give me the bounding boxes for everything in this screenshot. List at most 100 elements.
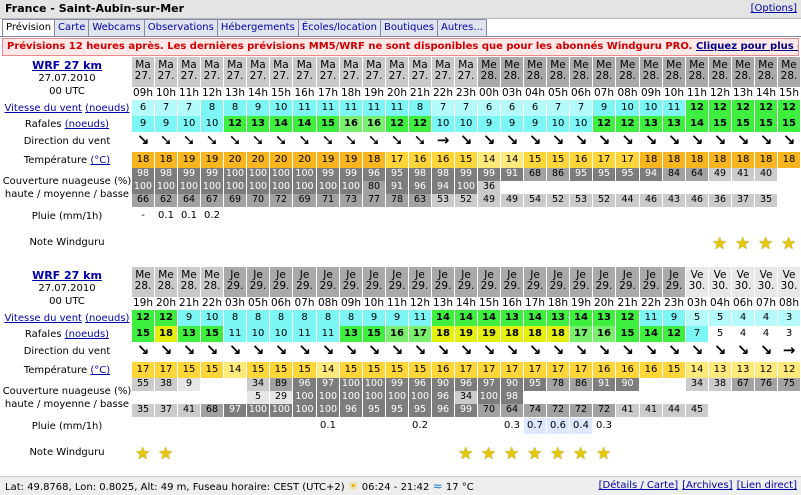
wind-direction-arrow-icon: ↘ bbox=[455, 342, 478, 361]
wind-value: 8 bbox=[224, 100, 247, 116]
wind-value: 12 bbox=[155, 310, 178, 326]
rating-star-icon: ★ bbox=[135, 444, 151, 464]
tab-7[interactable]: Autres... bbox=[438, 19, 487, 37]
cloud-mid bbox=[709, 391, 732, 404]
cloud-mid: 80 bbox=[363, 181, 386, 194]
temp-unit-link[interactable]: (°C) bbox=[90, 155, 110, 166]
wind-value: 7 bbox=[432, 100, 455, 116]
cloud-mid bbox=[593, 391, 616, 404]
day-date: 29. bbox=[342, 280, 360, 292]
wind-direction-arrow-icon: ➘ bbox=[155, 132, 178, 151]
temperature-value: 15 bbox=[524, 152, 547, 168]
cloud-low bbox=[709, 404, 732, 417]
wind-direction-arrow-icon: ↘ bbox=[593, 132, 616, 151]
cloud-mid: 94 bbox=[432, 181, 455, 194]
tab-1[interactable]: Carte bbox=[55, 19, 90, 37]
footer-link-0[interactable]: [Détails / Carte] bbox=[599, 480, 679, 491]
wind-value: 12 bbox=[709, 100, 732, 116]
rain-value bbox=[224, 418, 247, 434]
gusts-label: Rafales (noeuds) bbox=[2, 328, 132, 341]
sun-icon: ☀ bbox=[347, 479, 359, 493]
gust-value: 13 bbox=[340, 326, 363, 342]
tab-0[interactable]: Prévision bbox=[2, 19, 56, 37]
rating-star-icon: ★ bbox=[573, 444, 589, 464]
gusts-unit-link[interactable]: (noeuds) bbox=[65, 329, 109, 340]
tab-2[interactable]: Webcams bbox=[89, 19, 145, 37]
model-link[interactable]: WRF 27 km bbox=[2, 269, 132, 282]
gust-value: 12 bbox=[409, 116, 432, 132]
tab-5[interactable]: Écoles/location bbox=[298, 19, 381, 37]
cloud-mid bbox=[155, 391, 178, 404]
temp-unit-link[interactable]: (°C) bbox=[90, 365, 110, 376]
cloud-low: 72 bbox=[570, 404, 593, 417]
rain-value bbox=[386, 418, 409, 434]
hour: 08h bbox=[778, 297, 800, 310]
day-date: 27. bbox=[457, 70, 475, 82]
temperature-value: 14 bbox=[478, 152, 501, 168]
rain-value bbox=[593, 208, 616, 224]
wind-speed-link[interactable]: Vitesse du vent bbox=[5, 103, 82, 114]
model-link[interactable]: WRF 27 km bbox=[2, 59, 132, 72]
cloud-mid bbox=[178, 391, 201, 404]
cloud-high: 98 bbox=[409, 168, 432, 181]
temperature-value: 18 bbox=[155, 152, 178, 168]
gust-value: 17 bbox=[570, 326, 593, 342]
gust-value: 18 bbox=[501, 326, 524, 342]
temperature-value: 18 bbox=[709, 152, 732, 168]
hour: 06h bbox=[270, 297, 292, 310]
day-date: 27. bbox=[157, 70, 175, 82]
notice-info-link[interactable]: Cliquez pour plus d'info. bbox=[696, 41, 798, 52]
wind-direction-arrow-icon: ➘ bbox=[293, 132, 317, 151]
day-header: Ma 27. 22h bbox=[432, 57, 455, 100]
cloud-high: 96 bbox=[293, 378, 317, 391]
temperature-value: 20 bbox=[293, 152, 317, 168]
cloud-high: 55 bbox=[132, 378, 155, 391]
day-header: Je 29. 17h bbox=[524, 267, 547, 310]
cloud-mid bbox=[570, 181, 593, 194]
location-info: Lat: 49.8768, Lon: 0.8025, Alt: 49 m, Fu… bbox=[5, 482, 345, 493]
options-link[interactable]: [Options] bbox=[751, 3, 797, 14]
cloud-high: 99 bbox=[201, 168, 224, 181]
cloud-mid: 100 bbox=[293, 391, 317, 404]
wind-direction-arrow-icon: ↘ bbox=[363, 342, 386, 361]
tab-3[interactable]: Observations bbox=[144, 19, 218, 37]
wind-value: 13 bbox=[547, 310, 570, 326]
wind-value: 11 bbox=[293, 100, 317, 116]
gust-value: 10 bbox=[247, 326, 270, 342]
cloud-high: 95 bbox=[524, 378, 547, 391]
cloud-low: 52 bbox=[547, 194, 570, 207]
day-header: Me 28. 09h bbox=[640, 57, 663, 100]
wind-unit-link[interactable]: (noeuds) bbox=[85, 103, 129, 114]
tab-4[interactable]: Hébergements bbox=[217, 19, 299, 37]
hour: 20h bbox=[593, 297, 615, 310]
rain-value bbox=[778, 418, 801, 434]
day-date: 29. bbox=[595, 280, 613, 292]
day-date: 29. bbox=[226, 280, 244, 292]
cloud-high: 96 bbox=[409, 378, 432, 391]
rain-value bbox=[732, 208, 755, 224]
wind-unit-link[interactable]: (noeuds) bbox=[85, 313, 129, 324]
wind-speed-link[interactable]: Vitesse du vent bbox=[5, 313, 82, 324]
rain-value bbox=[363, 418, 386, 434]
temperature-value: 19 bbox=[340, 152, 363, 168]
gust-value: 10 bbox=[270, 326, 293, 342]
cloud-low: 36 bbox=[709, 194, 732, 207]
day-date: 29. bbox=[411, 280, 429, 292]
footer-link-2[interactable]: [Lien direct] bbox=[737, 480, 797, 491]
gust-value: 12 bbox=[593, 116, 616, 132]
tab-6[interactable]: Boutiques bbox=[380, 19, 439, 37]
cloud-low: 100 bbox=[293, 404, 317, 417]
wind-value: 12 bbox=[132, 310, 155, 326]
cloud-mid bbox=[778, 391, 801, 404]
footer-link-1[interactable]: [Archives] bbox=[682, 480, 732, 491]
hour: 11h bbox=[178, 87, 200, 100]
temperature-value: 18 bbox=[132, 152, 155, 168]
gusts-unit-link[interactable]: (noeuds) bbox=[65, 119, 109, 130]
gust-value: 12 bbox=[224, 116, 247, 132]
day-date: 28. bbox=[526, 70, 544, 82]
cloud-mid: 100 bbox=[224, 181, 247, 194]
cloud-low: 45 bbox=[686, 404, 709, 417]
day-date: 28. bbox=[780, 70, 798, 82]
day-header: Me 28. 11h bbox=[686, 57, 709, 100]
cloud-high: 100 bbox=[270, 168, 293, 181]
